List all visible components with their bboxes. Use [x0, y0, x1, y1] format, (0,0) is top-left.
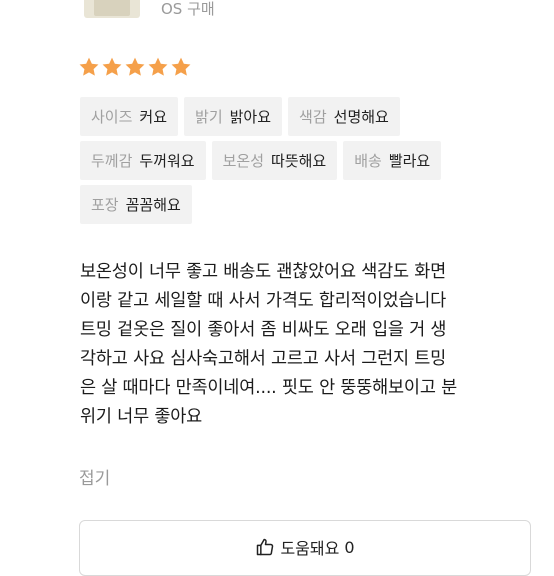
star-icon	[125, 57, 145, 76]
chip-key: 배송	[354, 152, 382, 170]
attribute-chips: 사이즈 커요 밝기 밝아요 색감 선명해요 두께감 두꺼워요 보온성 따뜻해요 …	[80, 97, 520, 229]
product-thumbnail[interactable]	[84, 0, 140, 18]
attribute-chip-size: 사이즈 커요	[80, 97, 179, 136]
fold-link[interactable]: 접기	[79, 464, 110, 489]
chip-key: 색감	[299, 108, 327, 126]
purchase-option: OS 구매	[161, 0, 215, 18]
chip-value: 두꺼워요	[139, 152, 195, 170]
chip-row: 두께감 두꺼워요 보온성 따뜻해요 배송 빨라요	[80, 141, 520, 180]
review-line: 각하고 사요 심사숙고해서 고르고 사서 그런지 트밍	[80, 349, 447, 369]
chip-value: 꼼꼼해요	[125, 196, 181, 214]
star-icon	[148, 57, 168, 76]
attribute-chip-color: 색감 선명해요	[288, 97, 400, 136]
thumbs-up-icon	[257, 538, 274, 556]
chip-value: 커요	[139, 108, 168, 126]
chip-value: 밝아요	[229, 108, 272, 126]
helpful-button[interactable]: 도움돼요 0	[79, 520, 531, 576]
star-rating	[78, 56, 192, 78]
review-line: 트밍 겉옷은 질이 좋아서 좀 비싸도 오래 입을 거 생	[80, 320, 447, 340]
star-icon	[102, 57, 122, 76]
chip-key: 사이즈	[91, 108, 133, 126]
attribute-chip-warmth: 보온성 따뜻해요	[211, 141, 338, 180]
review-line: 보온성이 너무 좋고 배송도 괜찮았어요 색감도 화면	[80, 262, 447, 282]
chip-row: 포장 꼼꼼해요	[80, 185, 520, 224]
attribute-chip-packaging: 포장 꼼꼼해요	[80, 185, 192, 224]
chip-key: 두께감	[91, 152, 133, 170]
chip-key: 보온성	[222, 152, 265, 170]
attribute-chip-shipping: 배송 빨라요	[343, 141, 442, 180]
star-icon	[79, 57, 99, 76]
star-icon	[171, 57, 191, 76]
chip-key: 포장	[91, 196, 119, 214]
review-line: 이랑 같고 세일할 때 사서 가격도 합리적이었습니다	[80, 291, 447, 311]
chip-key: 밝기	[195, 108, 223, 126]
review-text: 보온성이 너무 좋고 배송도 괜찮았어요 색감도 화면 이랑 같고 세일할 때 …	[80, 258, 535, 432]
review-line: 위기 너무 좋아요	[80, 407, 203, 427]
chip-value: 선명해요	[333, 108, 389, 126]
review-line: 은 살 때마다 만족이네여.... 핏도 안 뚱뚱해보이고 분	[80, 378, 457, 398]
attribute-chip-brightness: 밝기 밝아요	[184, 97, 283, 136]
chip-value: 빨라요	[388, 152, 431, 170]
helpful-button-content: 도움돼요 0	[255, 535, 355, 559]
chip-row: 사이즈 커요 밝기 밝아요 색감 선명해요	[80, 97, 520, 136]
helpful-label: 도움돼요	[280, 539, 340, 558]
chip-value: 따뜻해요	[271, 152, 327, 170]
attribute-chip-thickness: 두께감 두꺼워요	[80, 141, 206, 180]
